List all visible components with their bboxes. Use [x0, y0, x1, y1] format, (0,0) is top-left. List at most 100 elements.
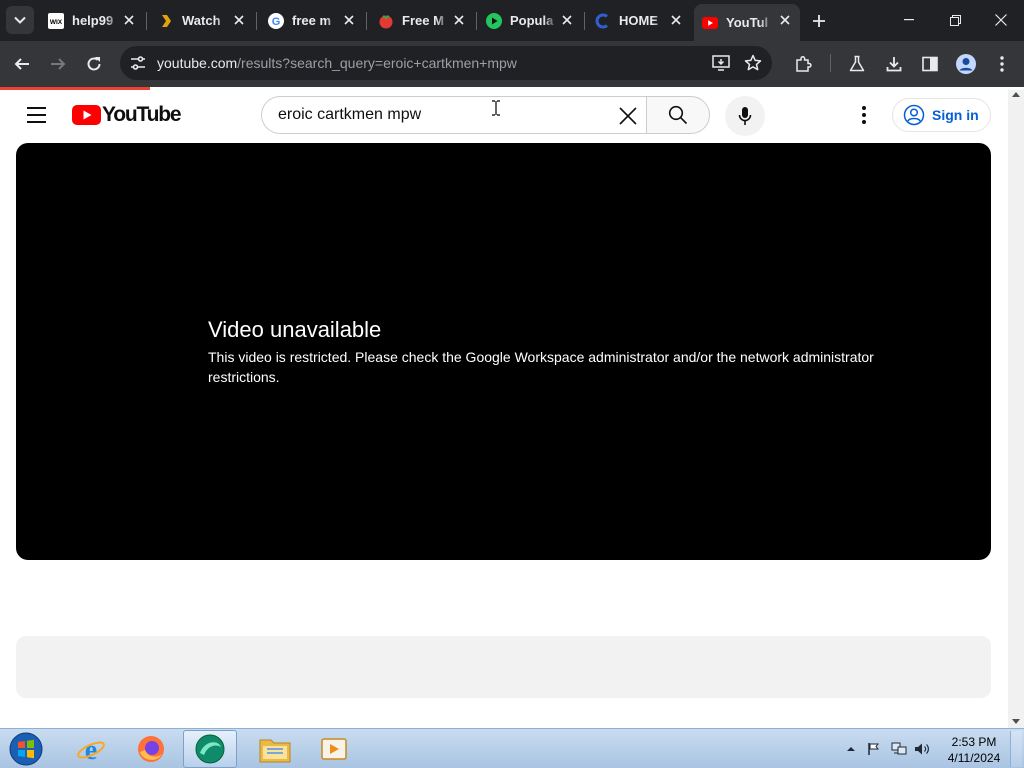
close-icon[interactable]	[122, 13, 136, 27]
reload-icon	[87, 57, 101, 71]
download-icon[interactable]	[882, 52, 906, 76]
network-icon[interactable]	[891, 741, 907, 757]
url-path: /results?search_query=eroic+cartkmen+mpw	[237, 55, 517, 71]
new-tab-button[interactable]	[806, 8, 832, 34]
guide-menu-button[interactable]	[18, 102, 54, 128]
more-vert-dot	[862, 113, 866, 117]
url-host: youtube.com	[157, 55, 238, 71]
search-input[interactable]	[278, 105, 598, 125]
youtube-logo[interactable]: YouTube	[72, 103, 182, 126]
arrow-right-icon	[51, 58, 66, 70]
close-icon[interactable]	[778, 13, 792, 27]
restore-icon	[949, 14, 961, 26]
tab-title: Free M	[402, 13, 444, 28]
search-button[interactable]	[646, 96, 710, 134]
tab-separator	[146, 12, 147, 30]
taskbar-active-app[interactable]	[183, 730, 237, 768]
page-scrollbar[interactable]	[1008, 90, 1024, 728]
voice-search-button[interactable]	[725, 96, 765, 136]
labs-flask-icon[interactable]	[845, 52, 869, 76]
restore-button[interactable]	[932, 0, 978, 40]
media-player-icon	[321, 738, 347, 760]
tab-popular[interactable]: Popula	[478, 4, 582, 37]
error-message: This video is restricted. Please check t…	[208, 349, 874, 385]
settings-more-button[interactable]	[852, 102, 876, 128]
app-icon	[195, 734, 225, 764]
c-logo-icon	[595, 13, 611, 29]
bookmark-star-icon[interactable]	[743, 53, 763, 73]
close-icon[interactable]	[452, 13, 466, 27]
video-player[interactable]: Video unavailable This video is restrict…	[16, 143, 991, 560]
close-icon	[619, 107, 637, 125]
show-hidden-icons-arrow[interactable]	[843, 741, 859, 757]
tomato-icon	[378, 13, 394, 29]
tab-separator	[476, 12, 477, 30]
chevron-down-icon	[14, 16, 26, 24]
sign-in-label: Sign in	[932, 107, 979, 123]
taskbar-file-explorer[interactable]	[248, 730, 302, 768]
reload-button[interactable]	[80, 50, 108, 78]
site-info-icon[interactable]	[128, 53, 148, 73]
youtube-wordmark: YouTube	[102, 103, 182, 126]
wix-icon: WIX	[48, 12, 64, 29]
taskbar-media-player[interactable]	[307, 730, 361, 768]
action-center-flag-icon[interactable]	[866, 741, 882, 757]
forward-button[interactable]	[44, 50, 72, 78]
plus-icon	[813, 15, 825, 27]
svg-text:G: G	[272, 16, 281, 28]
tab-separator	[366, 12, 367, 30]
tab-watch[interactable]: Watch	[150, 4, 254, 37]
system-clock[interactable]: 2:53 PM 4/11/2024	[944, 734, 1004, 766]
tab-free-m-google[interactable]: G free m	[260, 4, 364, 37]
back-button[interactable]	[8, 50, 36, 78]
clock-time: 2:53 PM	[951, 735, 997, 749]
profile-avatar-icon[interactable]	[954, 52, 978, 76]
chrome-menu-icon[interactable]	[990, 52, 1014, 76]
svg-text:e: e	[85, 735, 97, 764]
start-button[interactable]	[7, 731, 45, 767]
tab-title: help99	[72, 13, 114, 28]
taskbar-internet-explorer[interactable]: e	[64, 730, 118, 768]
tab-separator	[584, 12, 585, 30]
tab-free-m-tomato[interactable]: Free M	[370, 4, 474, 37]
account-circle-icon	[903, 104, 925, 126]
file-explorer-icon	[259, 739, 291, 763]
search-box[interactable]	[261, 96, 647, 134]
tab-title: Watch	[182, 13, 221, 28]
menu-icon-line	[26, 107, 46, 109]
extensions-icon[interactable]	[792, 52, 816, 76]
taskbar-firefox[interactable]	[124, 730, 178, 768]
close-icon[interactable]	[560, 13, 574, 27]
close-icon[interactable]	[342, 13, 356, 27]
close-icon[interactable]	[232, 13, 246, 27]
loading-placeholder-card	[16, 636, 991, 698]
address-bar[interactable]: youtube.com/results?search_query=eroic+c…	[120, 46, 772, 80]
plex-icon	[158, 13, 174, 29]
volume-icon[interactable]	[914, 741, 930, 757]
scroll-down-arrow-icon[interactable]	[1012, 719, 1020, 724]
sign-in-button[interactable]: Sign in	[892, 98, 991, 132]
scroll-up-arrow-icon[interactable]	[1012, 92, 1020, 97]
tab-help99[interactable]: WIX help99	[40, 4, 144, 37]
toolbar-divider	[830, 54, 831, 72]
url-text[interactable]: youtube.com/results?search_query=eroic+c…	[157, 55, 517, 71]
tab-youtube[interactable]: YouTul	[694, 4, 800, 41]
tab-search-button[interactable]	[6, 6, 34, 34]
windows-start-icon	[9, 732, 43, 766]
clear-search-button[interactable]	[614, 102, 642, 130]
side-panel-icon[interactable]	[918, 52, 942, 76]
search-icon	[668, 105, 688, 125]
tab-strip: WIX help99 Watch G free m Free M Popula	[0, 0, 1024, 41]
close-window-button[interactable]	[978, 0, 1024, 40]
youtube-play-logo-icon	[72, 105, 101, 125]
tab-home[interactable]: HOME	[587, 4, 691, 37]
text-cursor-icon	[492, 100, 500, 116]
menu-icon-line	[26, 121, 46, 123]
minimize-button[interactable]	[886, 0, 932, 40]
close-icon[interactable]	[669, 13, 683, 27]
youtube-page: YouTube Sign in Video unavailable This v…	[0, 90, 1008, 728]
show-desktop-button[interactable]	[1010, 731, 1022, 767]
minimize-icon	[904, 19, 914, 21]
install-app-icon[interactable]	[711, 53, 731, 73]
browser-toolbar: youtube.com/results?search_query=eroic+c…	[0, 41, 1024, 87]
